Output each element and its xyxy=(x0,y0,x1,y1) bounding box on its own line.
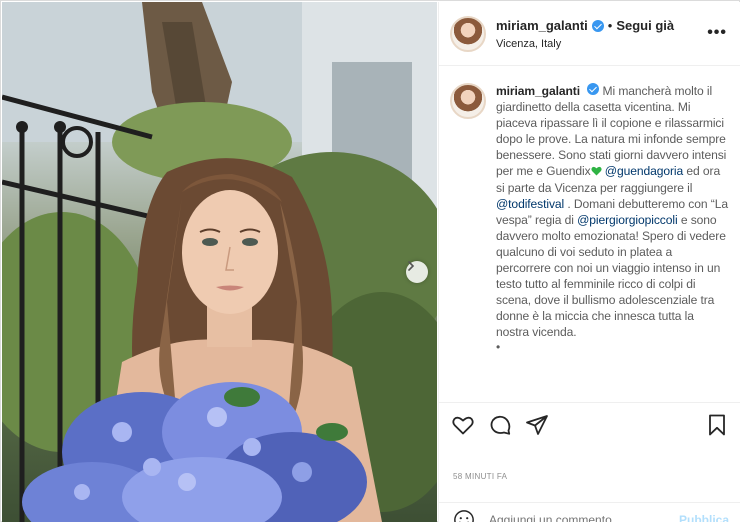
author-avatar[interactable] xyxy=(450,16,486,52)
post-photo[interactable] xyxy=(2,2,437,522)
photo-illustration xyxy=(2,2,437,522)
comment-bar: Pubblica xyxy=(439,502,740,522)
caption-text: miriam_galanti Mi mancherà molto il giar… xyxy=(496,83,729,353)
caption-bullet: • xyxy=(496,339,501,354)
green-heart-emoji xyxy=(590,167,602,177)
verified-badge-icon xyxy=(587,83,600,95)
heart-icon[interactable] xyxy=(451,413,475,437)
separator-dot: • xyxy=(607,18,613,33)
next-photo-button[interactable] xyxy=(406,261,428,283)
post-caption: miriam_galanti Mi mancherà molto il giar… xyxy=(439,67,740,395)
paper-plane-icon[interactable] xyxy=(525,413,549,437)
mention-guendagoria[interactable]: @guendagoria xyxy=(605,164,683,178)
caption-part-4: e sono davvero molto emozionata! Spero d… xyxy=(496,212,726,340)
post-actions-bar xyxy=(439,402,740,448)
post-location[interactable]: Vicenza, Italy xyxy=(496,38,561,50)
smiley-icon[interactable] xyxy=(453,509,475,522)
follow-status-button[interactable]: Segui già xyxy=(616,18,674,33)
author-line: miriam_galanti • Segui già xyxy=(496,18,674,33)
caption-author-avatar[interactable] xyxy=(450,83,486,119)
post-header: miriam_galanti • Segui già Vicenza, Ital… xyxy=(439,2,740,66)
caption-username[interactable]: miriam_galanti xyxy=(496,84,580,98)
bookmark-icon[interactable] xyxy=(705,413,729,437)
post-timestamp[interactable]: 58 MINUTI FA xyxy=(453,472,507,481)
mention-todifestival[interactable]: @todifestival xyxy=(496,197,564,211)
comment-icon[interactable] xyxy=(488,413,512,437)
ellipsis-icon[interactable]: ••• xyxy=(707,24,727,42)
instagram-post-modal: miriam_galanti • Segui già Vicenza, Ital… xyxy=(0,0,740,522)
comment-input[interactable] xyxy=(489,511,669,522)
author-username[interactable]: miriam_galanti xyxy=(496,18,588,33)
post-side-panel: miriam_galanti • Segui già Vicenza, Ital… xyxy=(438,2,740,522)
verified-badge-icon xyxy=(591,19,604,32)
publish-button[interactable]: Pubblica xyxy=(679,513,729,522)
mention-piergiorgiopiccoli[interactable]: @piergiorgiopiccoli xyxy=(577,213,678,227)
chevron-right-icon xyxy=(408,261,415,271)
